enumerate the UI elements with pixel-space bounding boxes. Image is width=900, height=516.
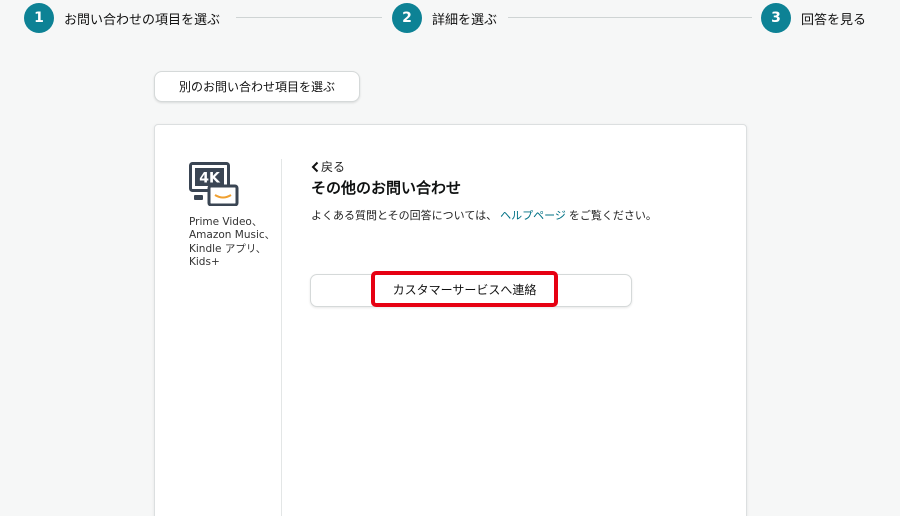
step-1: 1 お問い合わせの項目を選ぶ [24, 3, 220, 33]
desc-after: をご覧ください。 [568, 209, 657, 222]
step-number: 3 [761, 3, 791, 33]
progress-stepper: 1 お問い合わせの項目を選ぶ 2 詳細を選ぶ 3 回答を見る [0, 0, 900, 38]
selected-category: 4K Prime Video、Amazon Music、Kindle アプリ、K… [155, 125, 281, 516]
step-label: 詳細を選ぶ [432, 12, 498, 28]
step-label: 回答を見る [801, 12, 867, 28]
step-2: 2 詳細を選ぶ [392, 3, 497, 33]
step-connector [508, 17, 752, 18]
step-label: お問い合わせの項目を選ぶ [64, 12, 221, 28]
step-connector [236, 17, 382, 18]
contact-card: 4K Prime Video、Amazon Music、Kindle アプリ、K… [154, 124, 747, 516]
chevron-left-icon [311, 161, 319, 172]
section-title: その他のお問い合わせ [311, 179, 462, 197]
contact-customer-service-button[interactable]: カスタマーサービスへ連絡 [371, 271, 558, 307]
back-link[interactable]: 戻る [311, 158, 345, 175]
vertical-divider [281, 159, 282, 516]
tv-4k-icon: 4K [189, 162, 239, 206]
step-number: 1 [24, 3, 54, 33]
help-page-link[interactable]: ヘルプページ [500, 209, 566, 222]
choose-another-topic-button[interactable]: 別のお問い合わせ項目を選ぶ [154, 71, 360, 102]
contact-page: 1 お問い合わせの項目を選ぶ 2 詳細を選ぶ 3 回答を見る 別のお問い合わせ項… [0, 0, 900, 516]
category-caption: Prime Video、Amazon Music、Kindle アプリ、Kids… [189, 216, 276, 268]
step-3: 3 回答を見る [761, 3, 866, 33]
tv-4k-label: 4K [199, 171, 221, 187]
back-link-label: 戻る [321, 160, 346, 174]
desc-before: よくある質問とその回答については、 [311, 209, 498, 222]
help-description: よくある質問とその回答については、 ヘルプページ をご覧ください。 [311, 207, 657, 223]
step-number: 2 [392, 3, 422, 33]
